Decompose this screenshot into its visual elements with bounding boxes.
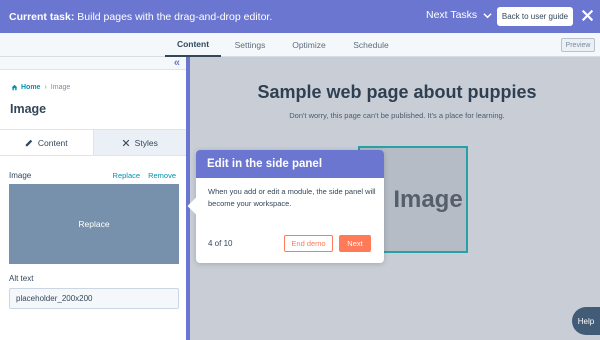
step-counter: 4 of 10 bbox=[208, 239, 233, 248]
breadcrumb-current: Image bbox=[50, 84, 71, 91]
collapse-panel-icon[interactable]: « bbox=[174, 58, 180, 69]
panel-tab-content-label: Content bbox=[37, 137, 68, 148]
tab-settings[interactable]: Settings bbox=[226, 33, 274, 57]
panel-title: Image bbox=[10, 102, 47, 116]
chevron-down-icon bbox=[483, 12, 492, 18]
replace-link[interactable]: Replace bbox=[113, 171, 141, 180]
panel-tabs: Content Styles bbox=[0, 129, 186, 156]
next-button[interactable]: Next bbox=[339, 235, 371, 252]
image-preview[interactable]: Replace bbox=[9, 184, 179, 264]
alt-text-label: Alt text bbox=[9, 274, 34, 283]
remove-link[interactable]: Remove bbox=[148, 171, 176, 180]
pencil-icon bbox=[25, 139, 33, 146]
panel-header: « bbox=[0, 57, 186, 70]
current-task-label: Current task: bbox=[9, 10, 75, 23]
close-icon[interactable] bbox=[581, 9, 594, 22]
panel-tab-styles[interactable]: Styles bbox=[93, 130, 186, 155]
popover-body: When you add or edit a module, the side … bbox=[208, 187, 376, 208]
alt-text-input[interactable] bbox=[9, 288, 179, 309]
side-panel: « Home › Image Image Content Styles Imag… bbox=[0, 57, 190, 340]
next-tasks-label: Next Tasks bbox=[426, 9, 478, 21]
canvas-page-title: Sample web page about puppies bbox=[257, 82, 537, 102]
breadcrumb-separator: › bbox=[44, 84, 47, 91]
end-demo-button[interactable]: End demo bbox=[284, 235, 333, 252]
current-task: Current task: Build pages with the drag-… bbox=[9, 11, 272, 23]
task-bar: Current task: Build pages with the drag-… bbox=[0, 0, 600, 33]
tab-content[interactable]: Content bbox=[165, 33, 221, 57]
tour-popover: Edit in the side panel When you add or e… bbox=[187, 150, 384, 263]
image-field-label: Image bbox=[9, 171, 32, 180]
styles-icon bbox=[122, 139, 129, 146]
tab-optimize[interactable]: Optimize bbox=[285, 33, 333, 57]
image-actions: Replace Remove bbox=[113, 171, 176, 180]
tab-schedule[interactable]: Schedule bbox=[346, 33, 396, 57]
editor-tab-bar: Content Settings Optimize Schedule Previ… bbox=[0, 33, 600, 57]
help-button[interactable]: Help bbox=[572, 307, 600, 335]
breadcrumb-home-label: Home bbox=[21, 84, 41, 91]
canvas-page-subtitle: Don't worry, this page can't be publishe… bbox=[289, 111, 505, 120]
replace-overlay-label: Replace bbox=[78, 219, 110, 229]
home-icon bbox=[11, 84, 18, 91]
breadcrumb: Home › Image bbox=[11, 84, 70, 91]
panel-tab-styles-label: Styles bbox=[134, 137, 158, 148]
current-task-text: Build pages with the drag-and-drop edito… bbox=[77, 10, 273, 23]
popover-title: Edit in the side panel bbox=[196, 150, 384, 178]
canvas-image-text: Image bbox=[393, 185, 463, 213]
panel-tab-content[interactable]: Content bbox=[0, 130, 94, 155]
back-to-guide-button[interactable]: Back to user guide bbox=[497, 7, 573, 26]
next-tasks-dropdown[interactable]: Next Tasks bbox=[426, 9, 492, 21]
breadcrumb-home[interactable]: Home bbox=[11, 84, 40, 91]
preview-button[interactable]: Preview bbox=[561, 38, 595, 52]
popover-arrow bbox=[187, 197, 205, 215]
